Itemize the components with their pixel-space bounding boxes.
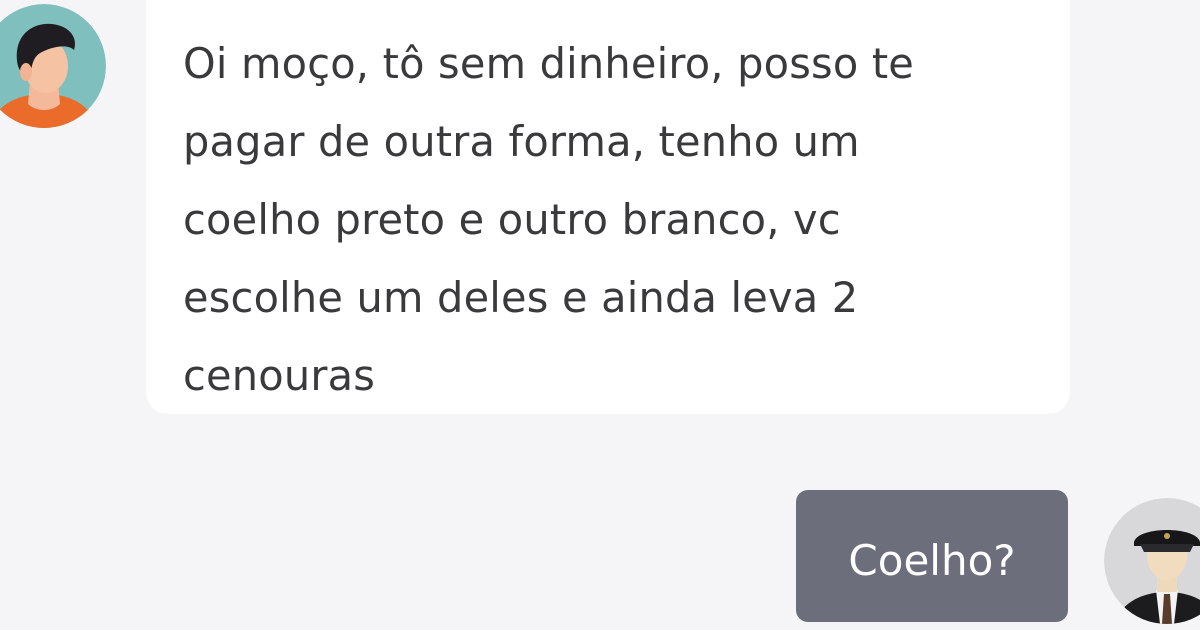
- driver-cap-avatar-icon: [1104, 498, 1200, 624]
- driver-avatar-icon[interactable]: [1104, 498, 1200, 624]
- incoming-message-text: Oi moço, tô sem dinheiro, posso te pagar…: [183, 25, 1040, 415]
- message-line: escolhe um deles e ainda leva 2: [183, 273, 859, 322]
- chat-conversation: Oi moço, tô sem dinheiro, posso te pagar…: [0, 0, 1200, 630]
- message-line: Oi moço, tô sem dinheiro, posso te: [183, 39, 915, 88]
- message-line: pagar de outra forma, tenho um: [183, 117, 860, 166]
- message-line: coelho preto e outro branco, vc: [183, 195, 841, 244]
- young-man-avatar-icon: [0, 4, 106, 128]
- incoming-message-bubble[interactable]: Oi moço, tô sem dinheiro, posso te pagar…: [146, 0, 1070, 414]
- outgoing-message-text: Coelho?: [848, 535, 1016, 585]
- customer-avatar-icon[interactable]: [0, 4, 106, 128]
- message-line: cenouras: [183, 351, 376, 400]
- outgoing-message-bubble[interactable]: Coelho?: [796, 490, 1068, 622]
